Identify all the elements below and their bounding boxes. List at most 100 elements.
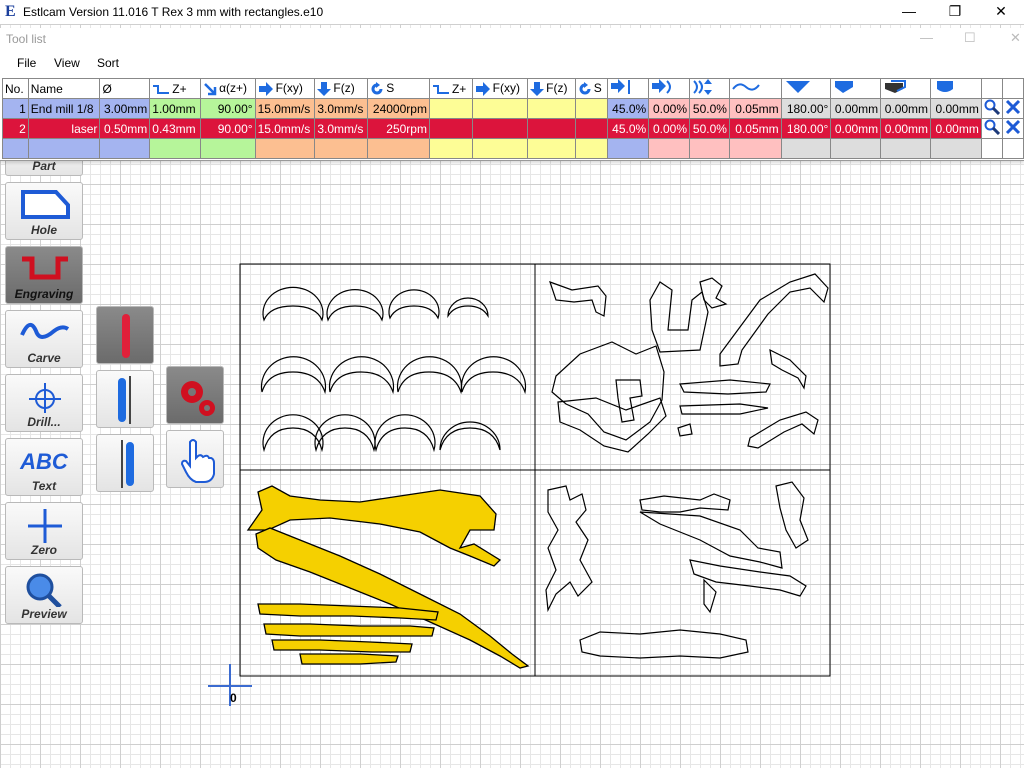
row2-search-cell[interactable] <box>980 118 1003 139</box>
header-name[interactable]: Name <box>27 78 101 99</box>
header-depth-step[interactable] <box>689 78 730 99</box>
row1-fz[interactable]: 3.0mm/s <box>314 98 369 119</box>
tool-list-menubar: File View Sort <box>0 52 1024 74</box>
header-angle[interactable] <box>780 78 832 99</box>
header-fz-label: F(z) <box>333 80 355 95</box>
row2-param7[interactable]: 0.00mm <box>880 118 932 139</box>
row2-param2[interactable]: 0.00% <box>648 118 691 139</box>
preview-button[interactable]: Preview <box>5 566 83 624</box>
hole-icon <box>21 190 70 219</box>
menu-file[interactable]: File <box>17 56 36 70</box>
header-s[interactable]: S <box>367 78 430 99</box>
row2-alpha[interactable]: 90.00° <box>200 118 256 139</box>
header-no[interactable]: No. <box>2 78 29 99</box>
zero-label: Zero <box>30 543 57 557</box>
depth-arrows-icon <box>693 79 713 95</box>
header-zplus[interactable]: Z+ <box>149 78 202 99</box>
header-offset3[interactable] <box>930 78 982 99</box>
tool-list-minimize-button[interactable]: — <box>920 30 933 45</box>
arrow-down-icon <box>530 81 545 96</box>
header-fz2[interactable]: F(z) <box>527 78 576 99</box>
rib-parts <box>260 286 527 453</box>
row1-param4[interactable]: 0.05mm <box>728 98 782 119</box>
header-fxy-label: F(xy) <box>275 81 303 96</box>
row2-no[interactable]: 2 <box>2 118 29 139</box>
header-fxy2[interactable]: F(xy) <box>471 78 529 99</box>
row2-s[interactable]: 250rpm <box>367 118 430 139</box>
bone-parts <box>545 481 809 659</box>
row2-param5[interactable]: 180.00° <box>780 118 832 139</box>
tool-left-icon <box>118 376 131 424</box>
row1-param6[interactable]: 0.00mm <box>830 98 882 119</box>
row1-s[interactable]: 24000rpm <box>367 98 430 119</box>
row1-name[interactable]: End mill 1/8 <box>27 98 101 119</box>
row2-param4[interactable]: 0.05mm <box>728 118 782 139</box>
row2-param1[interactable]: 45.0% <box>607 118 650 139</box>
header-s-label: S <box>386 81 395 96</box>
select-hand-button[interactable] <box>166 430 224 488</box>
carve-button[interactable]: Carve <box>5 310 83 368</box>
row2-diameter[interactable]: 0.50mm <box>99 118 151 139</box>
tool-right-icon <box>121 440 134 488</box>
header-diameter[interactable]: Ø <box>99 78 151 99</box>
row2-name[interactable]: laser <box>27 118 101 139</box>
tool-row-new[interactable] <box>2 138 1024 159</box>
tool-table-header: No. Name Ø Z+ α(z+) F(xy) F(z) S Z+ F(xy… <box>2 78 1024 99</box>
engrave-right-button[interactable] <box>96 434 154 492</box>
header-alpha[interactable]: α(z+) <box>200 78 256 99</box>
row1-param5[interactable]: 180.00° <box>780 98 832 119</box>
engraving-label: Engraving <box>14 287 74 301</box>
tool-row-1[interactable]: 1 End mill 1/8 3.00mm 1.00mm 90.00° 15.0… <box>2 98 1024 119</box>
row1-param8[interactable]: 0.00mm <box>930 98 982 119</box>
engraving-icon <box>22 256 68 280</box>
engrave-left-button[interactable] <box>96 370 154 428</box>
row2-zplus[interactable]: 0.43mm <box>149 118 202 139</box>
row2-fz[interactable]: 3.0mm/s <box>314 118 369 139</box>
row1-delete-cell[interactable] <box>1001 98 1024 119</box>
drill-button[interactable]: Drill... <box>5 374 83 432</box>
header-fz[interactable]: F(z) <box>314 78 369 99</box>
row1-param3[interactable]: 50.0% <box>689 98 730 119</box>
angle-arrow-icon <box>204 83 217 96</box>
header-offset2[interactable] <box>880 78 932 99</box>
step-icon <box>432 85 449 95</box>
row2-fxy[interactable]: 15.0mm/s <box>254 118 316 139</box>
row2-param6[interactable]: 0.00mm <box>830 118 882 139</box>
hole-button[interactable]: Hole <box>5 182 83 240</box>
text-button[interactable]: ABC Text <box>5 438 83 496</box>
header-fz2-label: F(z) <box>546 80 568 95</box>
row2-param8[interactable]: 0.00mm <box>930 118 982 139</box>
header-zplus2[interactable]: Z+ <box>428 78 473 99</box>
engrave-center-button[interactable] <box>96 306 154 364</box>
stepover-arrow-icon <box>611 79 631 94</box>
row2-param3[interactable]: 50.0% <box>689 118 730 139</box>
header-s2[interactable]: S <box>574 78 609 99</box>
tool-list-maximize-button[interactable]: ☐ <box>964 30 976 46</box>
header-stepover[interactable] <box>607 78 650 99</box>
row1-param1[interactable]: 45.0% <box>607 98 650 119</box>
row1-alpha[interactable]: 90.00° <box>200 98 256 119</box>
row2-delete-cell[interactable] <box>1001 118 1024 139</box>
row1-search-cell[interactable] <box>980 98 1003 119</box>
engraving-button[interactable]: Engraving <box>5 246 83 304</box>
header-wave[interactable] <box>728 78 782 99</box>
menu-sort[interactable]: Sort <box>97 56 119 70</box>
header-overlap[interactable] <box>648 78 691 99</box>
tool-list-close-button[interactable]: ✕ <box>1010 30 1021 46</box>
header-fxy2-label: F(xy) <box>492 81 520 96</box>
menu-view[interactable]: View <box>54 56 80 70</box>
zero-button[interactable]: Zero <box>5 502 83 560</box>
row1-diameter[interactable]: 3.00mm <box>99 98 151 119</box>
header-fxy[interactable]: F(xy) <box>254 78 316 99</box>
row1-zplus[interactable]: 1.00mm <box>149 98 202 119</box>
row1-param7[interactable]: 0.00mm <box>880 98 932 119</box>
tool-row-2[interactable]: 2 laser 0.50mm 0.43mm 90.00° 15.0mm/s 3.… <box>2 118 1024 139</box>
header-offset1[interactable] <box>830 78 882 99</box>
row1-no[interactable]: 1 <box>2 98 29 119</box>
settings-button[interactable] <box>166 366 224 424</box>
carve-label: Carve <box>27 351 61 365</box>
row1-param2[interactable]: 0.00% <box>648 98 691 119</box>
row1-fxy[interactable]: 15.0mm/s <box>254 98 316 119</box>
gears-icon <box>181 381 215 416</box>
vbit-icon <box>785 81 810 93</box>
